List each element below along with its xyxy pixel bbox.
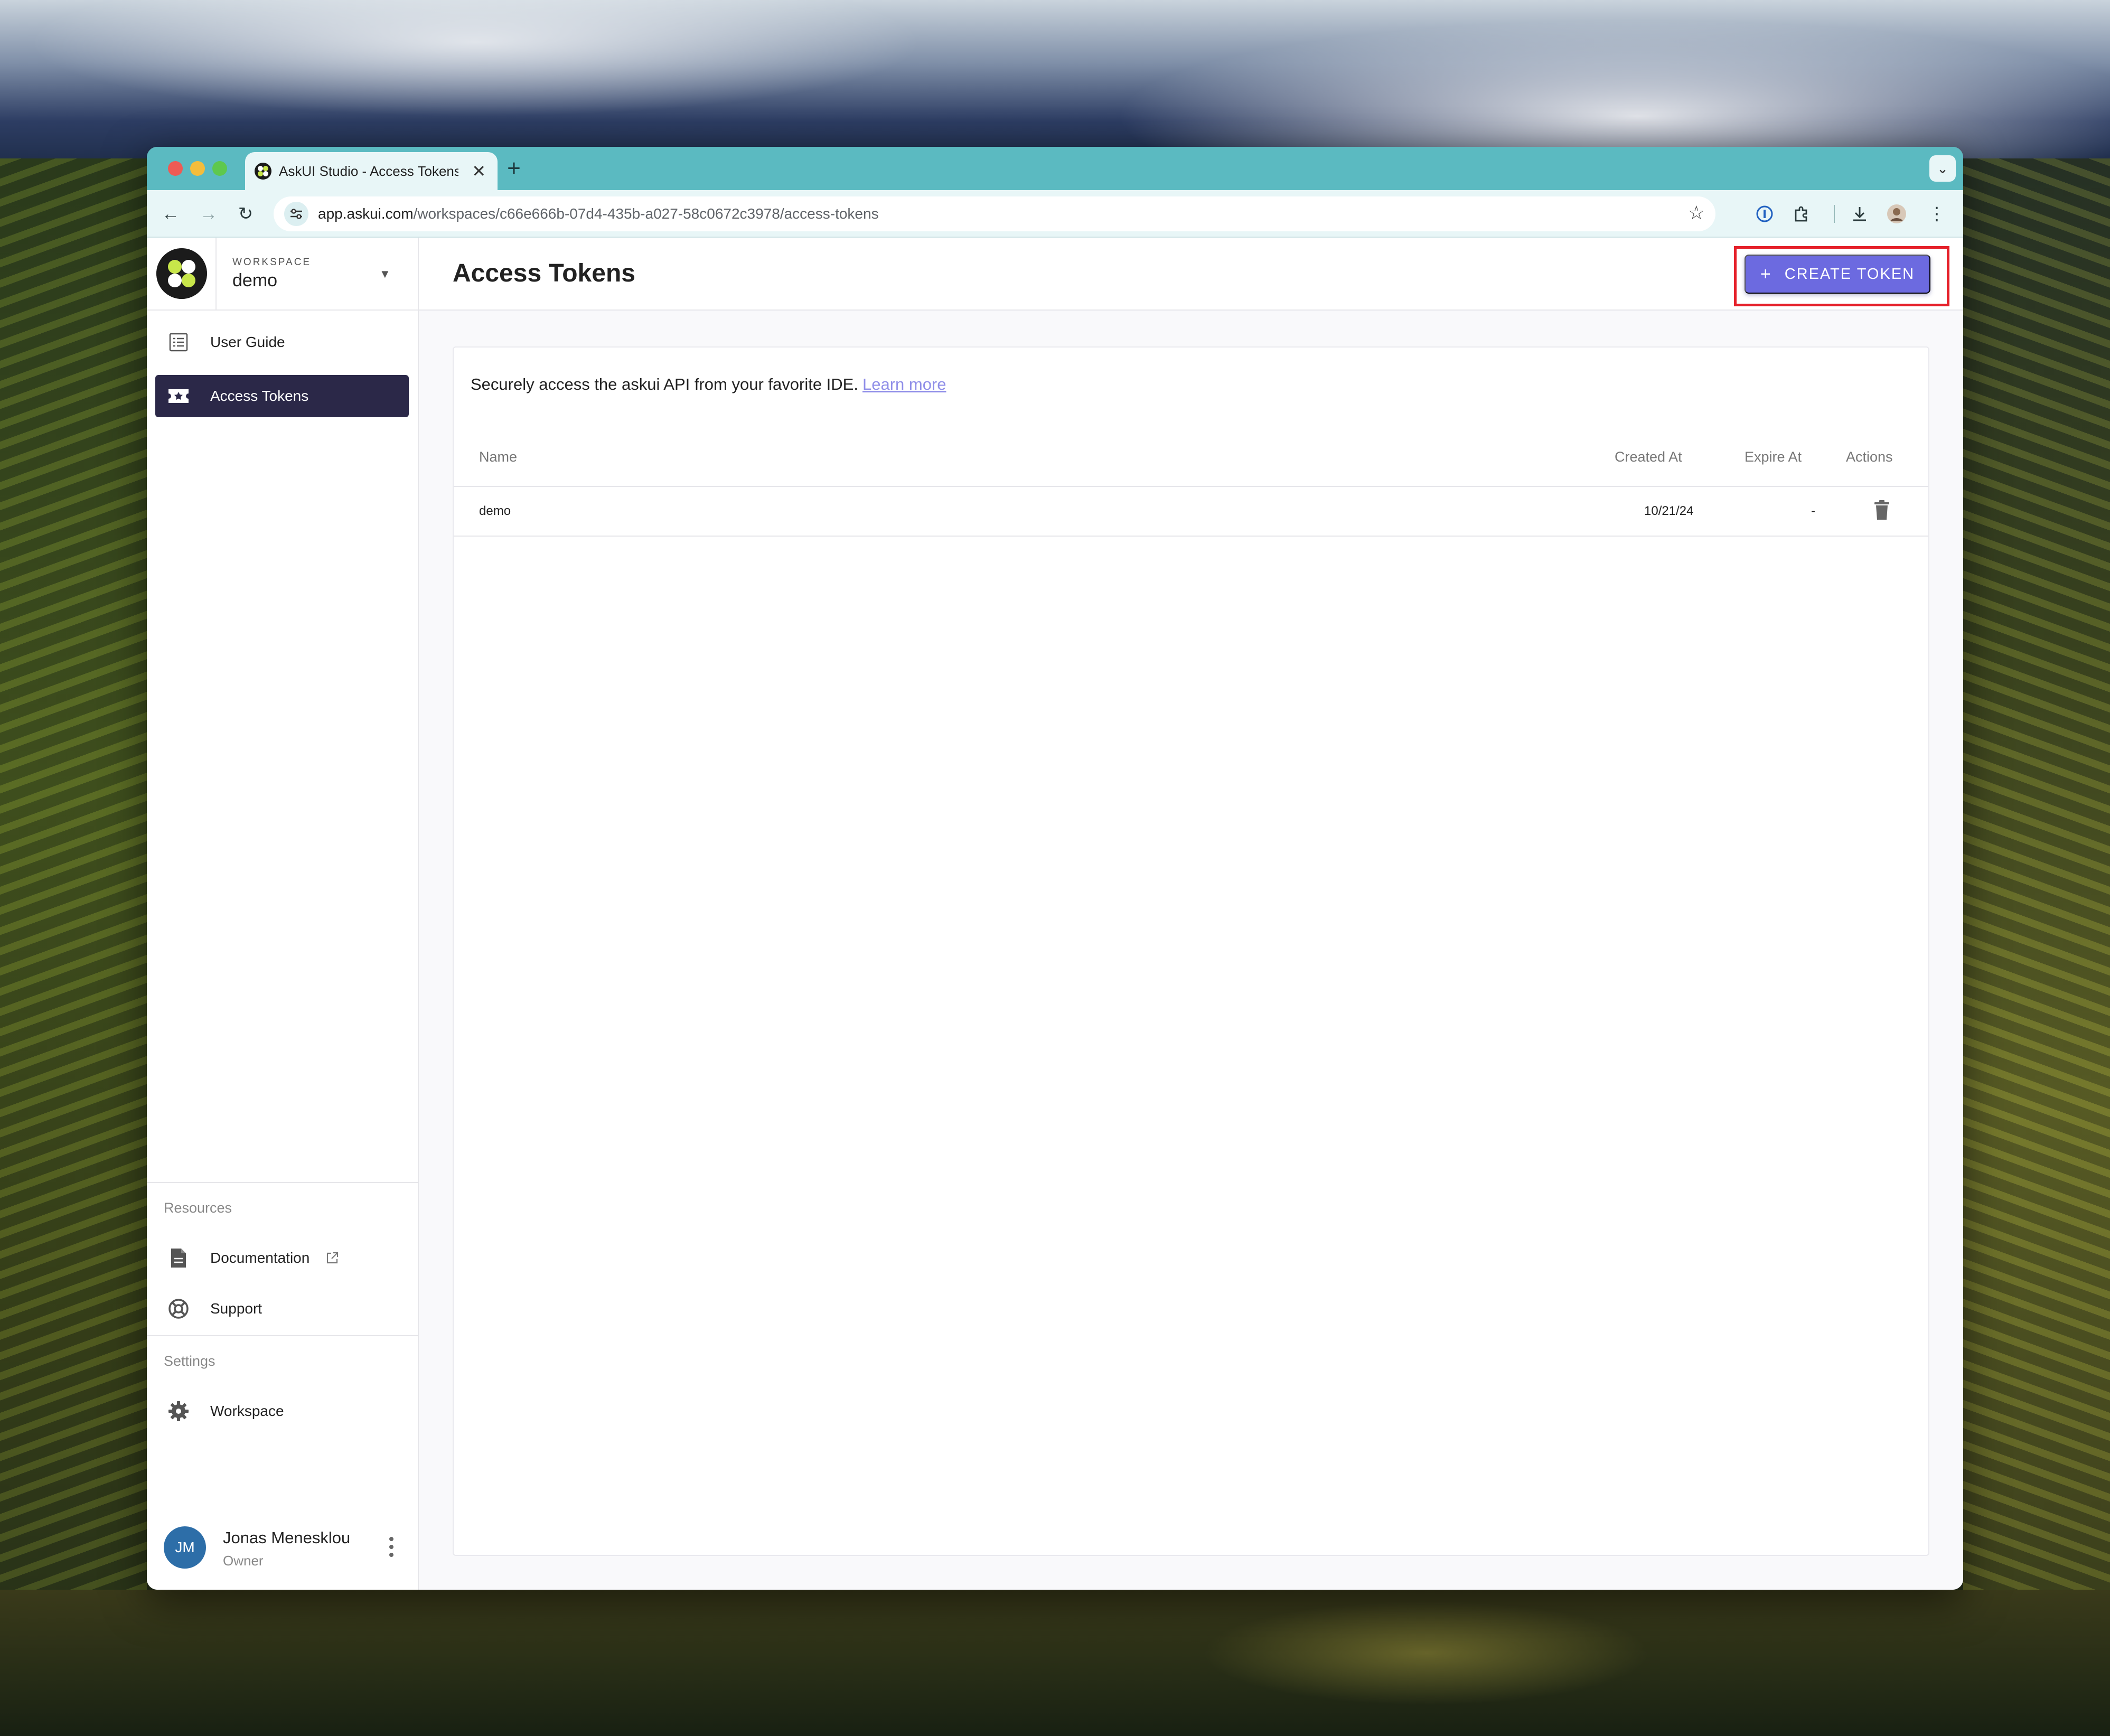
wallpaper-bottom: [0, 1590, 2110, 1736]
address-bar[interactable]: app.askui.com/workspaces/c66e666b-07d4-4…: [274, 196, 1715, 231]
table-header-divider: [454, 486, 1928, 487]
back-arrow-icon[interactable]: ←: [158, 202, 183, 226]
expire-at-cell: -: [1811, 504, 1815, 518]
extensions-puzzle-icon[interactable]: [1789, 202, 1814, 226]
browser-window: AskUI Studio - Access Tokens ✕ + ⌄ ← → ↻…: [147, 147, 1963, 1590]
toolbar-divider: [1834, 205, 1835, 223]
external-link-icon: [325, 1251, 339, 1265]
sidebar-item-access-tokens[interactable]: Access Tokens: [155, 375, 409, 417]
intro-text: Securely access the askui API from your …: [471, 375, 946, 394]
avatar[interactable]: JM: [164, 1526, 206, 1569]
resources-heading: Resources: [164, 1200, 232, 1216]
url-text: app.askui.com/workspaces/c66e666b-07d4-4…: [318, 205, 879, 222]
tab-strip: AskUI Studio - Access Tokens ✕ + ⌄: [147, 147, 1963, 190]
plus-icon: +: [1760, 264, 1772, 284]
password-manager-icon[interactable]: [1752, 202, 1777, 226]
user-role: Owner: [223, 1553, 264, 1569]
sidebar-item-label: Workspace: [210, 1403, 284, 1419]
askui-favicon-icon: [255, 163, 271, 180]
page-header: Access Tokens + CREATE TOKEN: [419, 238, 1963, 311]
caret-down-icon[interactable]: ▼: [379, 267, 391, 281]
reload-icon[interactable]: ↻: [233, 202, 258, 226]
minimize-window-button[interactable]: [190, 161, 205, 176]
forward-arrow-icon[interactable]: →: [196, 202, 221, 226]
list-icon: [167, 331, 190, 354]
workspace-selector[interactable]: WORKSPACE demo ▼: [147, 238, 419, 311]
browser-toolbar: ← → ↻ app.askui.com/workspaces/c66e666b-…: [147, 190, 1963, 238]
workspace-name: demo: [232, 270, 278, 290]
create-token-button[interactable]: + CREATE TOKEN: [1745, 255, 1930, 294]
close-window-button[interactable]: [168, 161, 183, 176]
askui-studio-app: WORKSPACE demo ▼ User Guide Access Token…: [147, 238, 1963, 1590]
workspace-label: WORKSPACE: [232, 257, 312, 268]
browser-tab-active[interactable]: AskUI Studio - Access Tokens ✕: [245, 152, 498, 190]
create-token-label: CREATE TOKEN: [1784, 265, 1915, 283]
site-settings-icon[interactable]: [284, 202, 308, 226]
sidebar: WORKSPACE demo ▼ User Guide Access Token…: [147, 238, 419, 1590]
trash-icon[interactable]: [1869, 498, 1895, 523]
sidebar-item-label: Support: [210, 1300, 262, 1317]
download-icon[interactable]: [1848, 202, 1872, 226]
sidebar-item-label: User Guide: [210, 334, 285, 350]
table-row-divider: [454, 536, 1928, 537]
browser-menu-icon[interactable]: ⋮: [1925, 202, 1949, 226]
workspace-divider: [215, 238, 217, 311]
wallpaper-left: [0, 158, 147, 1736]
settings-heading: Settings: [164, 1353, 215, 1369]
sidebar-divider: [147, 1335, 419, 1336]
intro-message: Securely access the askui API from your …: [471, 375, 858, 393]
sidebar-item-support[interactable]: Support: [155, 1288, 409, 1330]
main-content: Access Tokens + CREATE TOKEN Securely ac…: [419, 238, 1963, 1590]
url-path: /workspaces/c66e666b-07d4-435b-a027-58c0…: [413, 205, 879, 222]
column-header-actions: Actions: [1846, 449, 1893, 465]
tokens-card: Securely access the askui API from your …: [453, 346, 1929, 1556]
sidebar-item-label: Access Tokens: [210, 388, 309, 404]
tab-close-icon[interactable]: ✕: [472, 162, 486, 181]
more-vertical-icon[interactable]: [383, 1534, 399, 1560]
profile-avatar-icon[interactable]: [1884, 202, 1909, 226]
wallpaper-right: [1963, 158, 2110, 1736]
new-tab-button[interactable]: +: [501, 155, 527, 182]
user-name: Jonas Menesklou: [223, 1528, 351, 1547]
ticket-icon: [167, 384, 190, 408]
learn-more-link[interactable]: Learn more: [862, 375, 946, 393]
document-icon: [167, 1246, 190, 1270]
sidebar-item-workspace[interactable]: Workspace: [155, 1390, 409, 1432]
token-name-cell: demo: [479, 504, 511, 518]
maximize-window-button[interactable]: [212, 161, 227, 176]
sidebar-item-user-guide[interactable]: User Guide: [155, 321, 409, 363]
sidebar-divider: [147, 1182, 419, 1183]
bookmark-star-icon[interactable]: ☆: [1688, 202, 1705, 224]
askui-logo-icon: [156, 248, 207, 299]
sidebar-item-documentation[interactable]: Documentation: [155, 1237, 409, 1279]
tab-search-chevron-icon[interactable]: ⌄: [1929, 155, 1956, 182]
page-title: Access Tokens: [453, 259, 635, 287]
sidebar-item-label: Documentation: [210, 1250, 310, 1266]
gear-icon: [167, 1400, 190, 1423]
column-header-created-at[interactable]: Created At: [1615, 449, 1682, 465]
created-at-cell: 10/21/24: [1644, 504, 1694, 518]
column-header-expire-at[interactable]: Expire At: [1745, 449, 1802, 465]
url-host: app.askui.com: [318, 205, 414, 222]
column-header-name[interactable]: Name: [479, 449, 517, 465]
lifebuoy-icon: [167, 1297, 190, 1320]
tab-title: AskUI Studio - Access Tokens: [279, 163, 458, 179]
